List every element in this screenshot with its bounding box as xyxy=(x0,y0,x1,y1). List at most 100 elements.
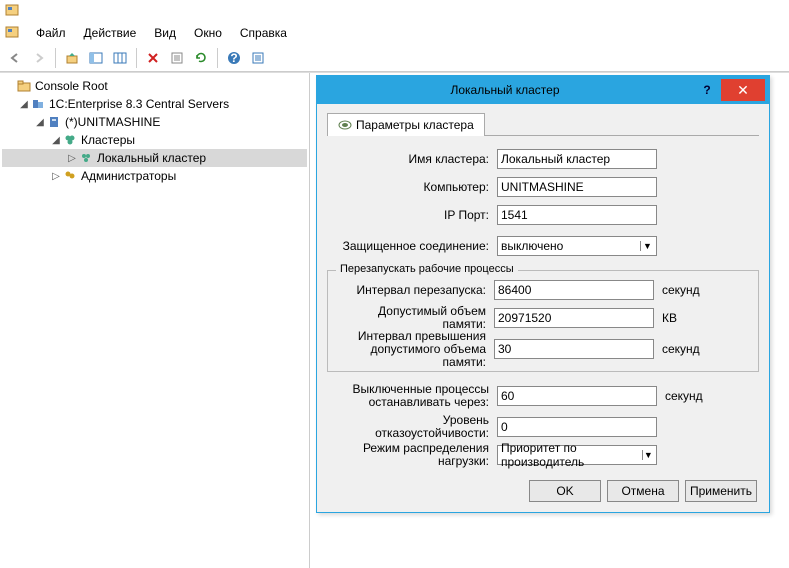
tab-strip: Параметры кластера xyxy=(327,112,759,136)
input-mem-exceed[interactable] xyxy=(494,339,654,359)
label-fault-tolerance: Уровень отказоустойчивости: xyxy=(327,414,497,440)
unit-seconds: секунд xyxy=(662,283,700,297)
tree-clusters[interactable]: ◢ Кластеры xyxy=(2,131,307,149)
folder-icon xyxy=(16,78,32,94)
ok-button[interactable]: OK xyxy=(529,480,601,502)
tool-help[interactable]: ? xyxy=(223,47,245,69)
svg-text:?: ? xyxy=(230,51,237,65)
unit-seconds: секунд xyxy=(662,342,700,356)
input-cluster-name[interactable] xyxy=(497,149,657,169)
tool-list[interactable] xyxy=(247,47,269,69)
input-stop-disabled[interactable] xyxy=(497,386,657,406)
apply-button[interactable]: Применить xyxy=(685,480,757,502)
tool-delete[interactable] xyxy=(142,47,164,69)
dialog-titlebar[interactable]: Локальный кластер ? ✕ xyxy=(317,76,769,104)
menu-view[interactable]: Вид xyxy=(146,24,184,42)
console-icon xyxy=(4,25,20,41)
dialog-title-text: Локальный кластер xyxy=(317,83,693,97)
close-button[interactable]: ✕ xyxy=(721,79,765,101)
tool-back[interactable] xyxy=(4,47,26,69)
expander-icon[interactable]: ▷ xyxy=(50,171,62,182)
tree-administrators[interactable]: ▷ Администраторы xyxy=(2,167,307,185)
dialog-body: Параметры кластера Имя кластера: Компьют… xyxy=(317,104,769,512)
expander-icon[interactable]: ◢ xyxy=(34,117,46,128)
tree-label: (*)UNITMASHINE xyxy=(65,115,160,129)
expander-icon[interactable]: ◢ xyxy=(18,99,30,110)
tree-central-servers[interactable]: ◢ 1C:Enterprise 8.3 Central Servers xyxy=(2,95,307,113)
menu-window[interactable]: Окно xyxy=(186,24,230,42)
unit-kb: КВ xyxy=(662,311,677,325)
select-value: Приоритет по производитель xyxy=(501,441,642,469)
dropdown-arrow-icon: ▼ xyxy=(642,450,654,460)
servers-icon xyxy=(30,96,46,112)
tab-icon xyxy=(338,119,352,131)
separator xyxy=(55,48,56,68)
tool-panel[interactable] xyxy=(85,47,107,69)
label-ip-port: IP Порт: xyxy=(327,209,497,222)
tool-properties[interactable] xyxy=(166,47,188,69)
toolbar: ? xyxy=(0,44,789,72)
content-area: Console Root ◢ 1C:Enterprise 8.3 Central… xyxy=(0,72,789,568)
cluster-icon xyxy=(78,150,94,166)
select-load-mode[interactable]: Приоритет по производитель ▼ xyxy=(497,445,657,465)
input-fault-tolerance[interactable] xyxy=(497,417,657,437)
label-cluster-name: Имя кластера: xyxy=(327,153,497,166)
expander-icon[interactable]: ▷ xyxy=(66,153,78,164)
select-value: выключено xyxy=(501,239,563,253)
row-load-mode: Режим распределения нагрузки: Приоритет … xyxy=(327,442,759,468)
row-restart-interval: Интервал перезапуска: секунд xyxy=(332,277,754,303)
tree-label: Кластеры xyxy=(81,133,135,147)
tree-label: Администраторы xyxy=(81,169,176,183)
row-cluster-name: Имя кластера: xyxy=(327,146,759,172)
tree-label: 1C:Enterprise 8.3 Central Servers xyxy=(49,97,229,111)
row-secure-conn: Защищенное соединение: выключено ▼ xyxy=(327,230,759,262)
cluster-dialog: Локальный кластер ? ✕ Параметры кластера… xyxy=(316,75,770,513)
tool-columns[interactable] xyxy=(109,47,131,69)
tree-label: Console Root xyxy=(35,79,108,93)
legend-restart: Перезапускать рабочие процессы xyxy=(336,263,518,275)
tree-pane[interactable]: Console Root ◢ 1C:Enterprise 8.3 Central… xyxy=(0,73,310,568)
cluster-group-icon xyxy=(62,132,78,148)
input-computer[interactable] xyxy=(497,177,657,197)
server-icon xyxy=(46,114,62,130)
tool-refresh[interactable] xyxy=(190,47,212,69)
label-allowed-mem: Допустимый объем памяти: xyxy=(332,305,494,331)
menu-file[interactable]: Файл xyxy=(28,24,74,42)
label-mem-exceed: Интервал превышения допустимого объема п… xyxy=(332,330,494,369)
tree-local-cluster[interactable]: ▷ Локальный кластер xyxy=(2,149,307,167)
dropdown-arrow-icon: ▼ xyxy=(640,241,654,251)
admins-icon xyxy=(62,168,78,184)
input-ip-port[interactable] xyxy=(497,205,657,225)
tree-root[interactable]: Console Root xyxy=(2,77,307,95)
right-pane: Локальный кластер ? ✕ Параметры кластера… xyxy=(310,73,789,568)
input-allowed-mem[interactable] xyxy=(494,308,654,328)
menu-action[interactable]: Действие xyxy=(76,24,145,42)
separator xyxy=(136,48,137,68)
label-secure-conn: Защищенное соединение: xyxy=(327,240,497,253)
tree-label: Локальный кластер xyxy=(97,151,206,165)
select-secure-conn[interactable]: выключено ▼ xyxy=(497,236,657,256)
row-computer: Компьютер: xyxy=(327,174,759,200)
tab-label: Параметры кластера xyxy=(356,118,474,132)
title-bar xyxy=(0,0,789,22)
label-load-mode: Режим распределения нагрузки: xyxy=(327,442,497,468)
tool-forward[interactable] xyxy=(28,47,50,69)
cancel-button[interactable]: Отмена xyxy=(607,480,679,502)
label-stop-disabled: Выключенные процессы останавливать через… xyxy=(327,383,497,409)
help-button[interactable]: ? xyxy=(693,83,721,97)
input-restart-interval[interactable] xyxy=(494,280,654,300)
tab-params[interactable]: Параметры кластера xyxy=(327,113,485,136)
tree-server[interactable]: ◢ (*)UNITMASHINE xyxy=(2,113,307,131)
expander-icon[interactable]: ◢ xyxy=(50,135,62,146)
menu-bar: Файл Действие Вид Окно Справка xyxy=(0,22,789,44)
row-fault-tolerance: Уровень отказоустойчивости: xyxy=(327,414,759,440)
menu-help[interactable]: Справка xyxy=(232,24,295,42)
separator xyxy=(217,48,218,68)
row-ip-port: IP Порт: xyxy=(327,202,759,228)
tool-up[interactable] xyxy=(61,47,83,69)
button-row: OK Отмена Применить xyxy=(327,480,759,502)
row-allowed-mem: Допустимый объем памяти: КВ xyxy=(332,305,754,331)
app-icon xyxy=(4,3,20,19)
label-restart-interval: Интервал перезапуска: xyxy=(332,284,494,297)
unit-seconds: секунд xyxy=(665,389,703,403)
